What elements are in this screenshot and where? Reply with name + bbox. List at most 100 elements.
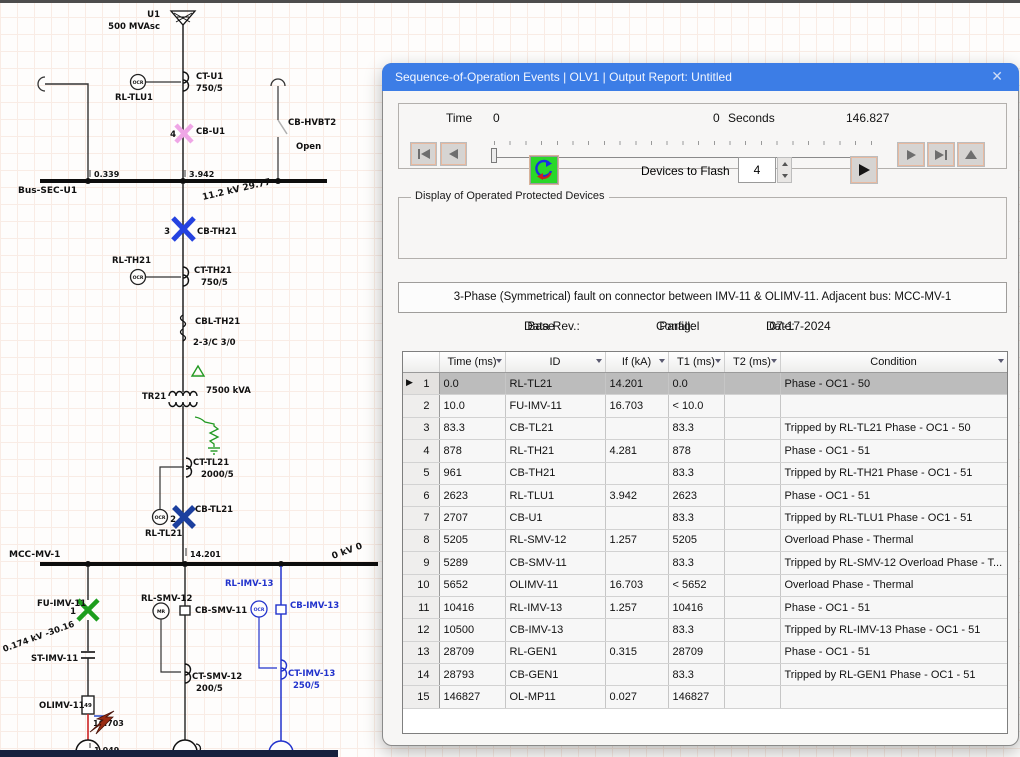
- table-cell[interactable]: Tripped by RL-IMV-13 Phase - OC1 - 51: [780, 619, 1007, 641]
- table-cell[interactable]: 28709: [668, 641, 724, 663]
- dialog-titlebar[interactable]: Sequence-of-Operation Events | OLV1 | Ou…: [382, 63, 1019, 91]
- column-header-condition[interactable]: Condition: [780, 352, 1007, 373]
- table-cell[interactable]: 3.942: [605, 484, 668, 506]
- table-cell[interactable]: 1.257: [605, 596, 668, 618]
- table-cell[interactable]: 83.3: [668, 462, 724, 484]
- column-filter-icon[interactable]: [496, 359, 502, 363]
- table-cell[interactable]: 10416: [668, 596, 724, 618]
- table-cell[interactable]: RL-TLU1: [505, 484, 605, 506]
- table-cell[interactable]: OL-MP11: [505, 686, 605, 708]
- table-row[interactable]: 1428793CB-GEN183.3Tripped by RL-GEN1 Pha…: [403, 664, 1007, 686]
- row-header-cell[interactable]: 2: [403, 395, 439, 417]
- table-cell[interactable]: [724, 664, 780, 686]
- row-header-cell[interactable]: 7: [403, 507, 439, 529]
- column-header-t2[interactable]: T2 (ms): [724, 352, 780, 373]
- table-cell[interactable]: 10.0: [439, 395, 505, 417]
- table-row[interactable]: 383.3CB-TL2183.3Tripped by RL-TL21 Phase…: [403, 417, 1007, 439]
- ct-tl21[interactable]: CT-TL21 2000/5: [186, 458, 234, 480]
- table-cell[interactable]: 10416: [439, 596, 505, 618]
- table-cell[interactable]: [605, 552, 668, 574]
- fuse-fu-imv-11-open-marker[interactable]: 1 FU-IMV-11: [37, 599, 98, 620]
- skip-start-button[interactable]: [411, 143, 436, 165]
- relay-rl-tlu1[interactable]: OCR RL-TLU1: [115, 75, 153, 104]
- table-row[interactable]: 72707CB-U183.3Tripped by RL-TLU1 Phase -…: [403, 507, 1007, 529]
- table-cell[interactable]: RL-IMV-13: [505, 596, 605, 618]
- table-cell[interactable]: 0.0: [668, 373, 724, 395]
- table-cell[interactable]: [605, 664, 668, 686]
- table-cell[interactable]: 878: [668, 440, 724, 462]
- row-header-cell[interactable]: 11: [403, 596, 439, 618]
- table-cell[interactable]: 2623: [439, 484, 505, 506]
- table-cell[interactable]: Phase - OC1 - 51: [780, 484, 1007, 506]
- close-icon[interactable]: ✕: [991, 63, 1003, 89]
- table-cell[interactable]: 10500: [439, 619, 505, 641]
- table-cell[interactable]: < 10.0: [668, 395, 724, 417]
- table-row[interactable]: 5961CB-TH2183.3Tripped by RL-TH21 Phase …: [403, 462, 1007, 484]
- column-header-t1[interactable]: T1 (ms): [668, 352, 724, 373]
- row-header-cell[interactable]: 8: [403, 529, 439, 551]
- table-cell[interactable]: CB-SMV-11: [505, 552, 605, 574]
- table-cell[interactable]: Phase - OC1 - 51: [780, 596, 1007, 618]
- row-header-cell[interactable]: 14: [403, 664, 439, 686]
- bus-sec-u1[interactable]: Bus-SEC-U1 0.339 3.942 11.2 kV 29.77: [18, 170, 327, 203]
- row-header-cell[interactable]: 6: [403, 484, 439, 506]
- column-filter-icon[interactable]: [715, 359, 721, 363]
- table-cell[interactable]: Tripped by RL-GEN1 Phase - OC1 - 51: [780, 664, 1007, 686]
- table-cell[interactable]: [780, 395, 1007, 417]
- column-filter-icon[interactable]: [771, 359, 777, 363]
- table-cell[interactable]: Tripped by RL-SMV-12 Overload Phase - T.…: [780, 552, 1007, 574]
- table-cell[interactable]: 5652: [439, 574, 505, 596]
- table-cell[interactable]: RL-GEN1: [505, 641, 605, 663]
- table-cell[interactable]: 14.201: [605, 373, 668, 395]
- row-header-cell[interactable]: 3: [403, 417, 439, 439]
- table-cell[interactable]: Overload Phase - Thermal: [780, 529, 1007, 551]
- table-cell[interactable]: 28709: [439, 641, 505, 663]
- table-row[interactable]: 1110416RL-IMV-131.25710416Phase - OC1 - …: [403, 596, 1007, 618]
- table-row[interactable]: 105652OLIMV-1116.703< 5652Overload Phase…: [403, 574, 1007, 596]
- transformer-tr21[interactable]: TR21 7500 kVA: [142, 386, 251, 407]
- table-cell[interactable]: [724, 417, 780, 439]
- relay-rl-th21[interactable]: RL-TH21 OCR: [112, 256, 181, 285]
- table-cell[interactable]: 0.315: [605, 641, 668, 663]
- table-cell[interactable]: 16.703: [605, 574, 668, 596]
- row-header-cell[interactable]: 5: [403, 462, 439, 484]
- column-header-if[interactable]: If (kA): [605, 352, 668, 373]
- row-header-cell[interactable]: ▶1: [403, 373, 439, 395]
- table-cell[interactable]: [724, 574, 780, 596]
- table-cell[interactable]: CB-U1: [505, 507, 605, 529]
- row-header-cell[interactable]: 12: [403, 619, 439, 641]
- column-filter-icon[interactable]: [659, 359, 665, 363]
- column-filter-icon[interactable]: [998, 359, 1004, 363]
- table-cell[interactable]: 5205: [439, 529, 505, 551]
- table-cell[interactable]: [724, 507, 780, 529]
- table-row[interactable]: 62623RL-TLU13.9422623Phase - OC1 - 51: [403, 484, 1007, 506]
- table-cell[interactable]: [724, 484, 780, 506]
- table-cell[interactable]: 2707: [439, 507, 505, 529]
- table-cell[interactable]: 16.703: [605, 395, 668, 417]
- breaker-cb-u1-flash-marker[interactable]: 4 CB-U1: [170, 125, 225, 142]
- table-cell[interactable]: [724, 529, 780, 551]
- table-cell[interactable]: 5205: [668, 529, 724, 551]
- table-cell[interactable]: 146827: [439, 686, 505, 708]
- breaker-cb-hvbt2-open[interactable]: CB-HVBT2 Open: [271, 79, 336, 179]
- table-row[interactable]: 85205RL-SMV-121.2575205Overload Phase - …: [403, 529, 1007, 551]
- row-header-cell[interactable]: 4: [403, 440, 439, 462]
- table-cell[interactable]: [724, 641, 780, 663]
- breaker-cb-imv-13[interactable]: CB-IMV-13: [276, 601, 339, 614]
- table-cell[interactable]: 0.0: [439, 373, 505, 395]
- table-row[interactable]: 210.0FU-IMV-1116.703< 10.0: [403, 395, 1007, 417]
- table-cell[interactable]: [724, 395, 780, 417]
- table-cell[interactable]: OLIMV-11: [505, 574, 605, 596]
- breaker-cb-th21-trip-marker[interactable]: 3 CB-TH21: [164, 218, 237, 240]
- utility-source-u1[interactable]: U1 500 MVAsc: [108, 10, 195, 32]
- table-cell[interactable]: 83.3: [439, 417, 505, 439]
- cable-cbl-th21[interactable]: CBL-TH21 2-3/C 3/0: [181, 315, 241, 348]
- table-row[interactable]: ▶10.0RL-TL2114.2010.0Phase - OC1 - 50: [403, 373, 1007, 395]
- flash-play-button[interactable]: [851, 157, 877, 183]
- table-cell[interactable]: CB-TH21: [505, 462, 605, 484]
- table-cell[interactable]: CB-TL21: [505, 417, 605, 439]
- table-cell[interactable]: 83.3: [668, 507, 724, 529]
- time-slider-thumb[interactable]: [491, 148, 497, 163]
- table-cell[interactable]: Tripped by RL-TH21 Phase - OC1 - 51: [780, 462, 1007, 484]
- row-header-cell[interactable]: 10: [403, 574, 439, 596]
